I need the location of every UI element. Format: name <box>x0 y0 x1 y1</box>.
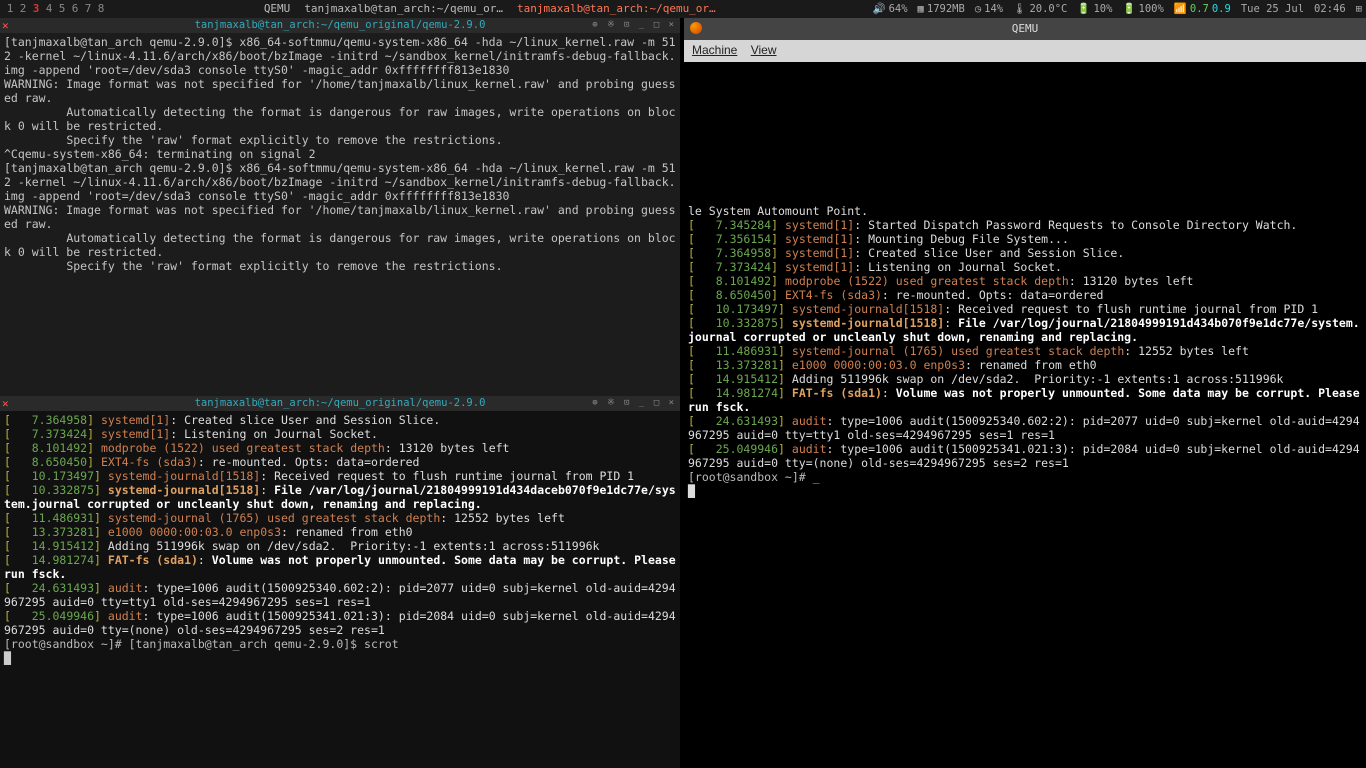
top-terminal-titlebar[interactable]: ✕ tanjmaxalb@tan_arch:~/qemu_original/qe… <box>0 18 680 33</box>
menu-view[interactable]: View <box>751 43 777 57</box>
wifi-icon: 📶 0.7 0.9 <box>1174 3 1231 16</box>
qemu-console[interactable]: le System Automount Point. [ 7.345284] s… <box>684 62 1366 500</box>
bottom-terminal-body[interactable]: [ 7.364958] systemd[1]: Created slice Us… <box>0 411 680 768</box>
qemu-title-text: QEMU <box>1012 22 1039 35</box>
date: Tue 25 Jul <box>1241 3 1304 16</box>
bottom-terminal-title: tanjmaxalb@tan_arch:~/qemu_original/qemu… <box>195 397 486 409</box>
memory-icon: ▦ 1792MB <box>918 3 965 16</box>
close-icon[interactable]: ✕ <box>2 396 9 411</box>
qemu-window[interactable]: QEMU Machine View le System Automount Po… <box>684 18 1366 768</box>
cpu-icon: ◷ 14% <box>975 3 1003 16</box>
menu-icon[interactable]: ⊞ <box>1356 3 1362 16</box>
left-pane: ✕ tanjmaxalb@tan_arch:~/qemu_original/qe… <box>0 18 680 768</box>
systray: 🔊 64% ▦ 1792MB ◷ 14% 🌡 20.0°C 🔋 10% 🔋 10… <box>873 3 1362 16</box>
close-icon[interactable]: ✕ <box>2 18 9 33</box>
workspace-3[interactable]: 3 <box>30 2 42 15</box>
qemu-icon <box>690 22 702 34</box>
workspace-7[interactable]: 7 <box>82 2 94 15</box>
time: 02:46 <box>1314 3 1346 16</box>
battery1-icon: 🔋 10% <box>1077 3 1112 16</box>
bottom-terminal-titlebar[interactable]: ✕ tanjmaxalb@tan_arch:~/qemu_original/qe… <box>0 396 680 411</box>
menu-machine[interactable]: Machine <box>692 43 737 57</box>
qemu-titlebar[interactable]: QEMU <box>684 18 1366 40</box>
top-terminal-title: tanjmaxalb@tan_arch:~/qemu_original/qemu… <box>195 19 486 31</box>
workspace-5[interactable]: 5 <box>56 2 68 15</box>
workspace-2[interactable]: 2 <box>17 2 29 15</box>
volume-icon: 🔊 64% <box>873 3 908 16</box>
workspace-6[interactable]: 6 <box>69 2 81 15</box>
taskbar: 12345678 QEMU tanjmaxalb@tan_arch:~/qemu… <box>0 0 1366 18</box>
window-controls[interactable]: ⊕ ※ ⊡ _ □ × <box>592 18 676 33</box>
battery2-icon: 🔋 100% <box>1122 3 1163 16</box>
workspace-switcher[interactable]: 12345678 <box>4 2 107 15</box>
workspace-4[interactable]: 4 <box>43 2 55 15</box>
top-terminal[interactable]: ✕ tanjmaxalb@tan_arch:~/qemu_original/qe… <box>0 18 680 396</box>
task-term2[interactable]: tanjmaxalb@tan_arch:~/qemu_or… <box>513 2 720 15</box>
qemu-menubar[interactable]: Machine View <box>684 40 1366 62</box>
taskbar-tasks[interactable]: QEMU tanjmaxalb@tan_arch:~/qemu_or… tanj… <box>260 2 720 15</box>
window-controls[interactable]: ⊕ ※ ⊡ _ □ × <box>592 396 676 411</box>
task-term1[interactable]: tanjmaxalb@tan_arch:~/qemu_or… <box>300 2 507 15</box>
task-qemu[interactable]: QEMU <box>260 2 295 15</box>
top-terminal-body[interactable]: [tanjmaxalb@tan_arch qemu-2.9.0]$ x86_64… <box>0 33 680 396</box>
bottom-terminal[interactable]: ✕ tanjmaxalb@tan_arch:~/qemu_original/qe… <box>0 396 680 768</box>
temp-icon: 🌡 20.0°C <box>1013 3 1067 16</box>
workspace-1[interactable]: 1 <box>4 2 16 15</box>
workspace-8[interactable]: 8 <box>95 2 107 15</box>
